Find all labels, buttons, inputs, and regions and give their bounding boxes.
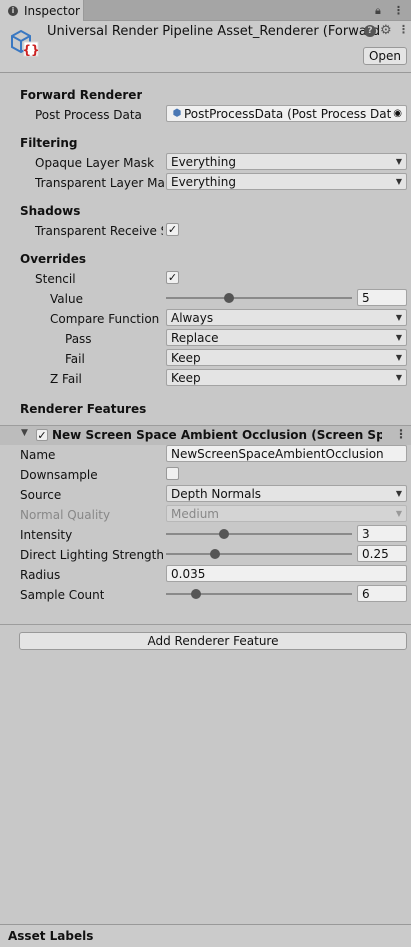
chevron-down-icon: ▼ xyxy=(395,489,402,498)
tab-menu-icon[interactable]: ⋮ xyxy=(393,4,404,17)
check-icon: ✓ xyxy=(167,271,178,284)
lock-icon[interactable]: 🔒︎ xyxy=(375,4,381,18)
transparent-layer-value: Everything xyxy=(171,174,236,189)
stencil-checkbox[interactable]: ✓ xyxy=(166,271,179,284)
tab-bar: i Inspector 🔒︎ ⋮ xyxy=(0,0,411,21)
sample-count-input[interactable]: 6 xyxy=(357,585,407,602)
z-fail-label: Z Fail xyxy=(50,372,82,386)
object-picker-icon[interactable]: ◉ xyxy=(393,108,402,119)
source-value: Depth Normals xyxy=(171,486,262,501)
direct-lighting-slider-handle[interactable] xyxy=(210,549,220,559)
preset-icon[interactable]: ⚙ xyxy=(380,23,392,38)
name-label: Name xyxy=(20,448,56,462)
asset-title: Universal Render Pipeline Asset_Renderer… xyxy=(47,24,381,39)
intensity-slider-handle[interactable] xyxy=(218,529,229,539)
pass-dropdown[interactable]: Replace ▼ xyxy=(166,329,407,346)
value-input[interactable]: 5 xyxy=(357,289,407,306)
z-fail-value: Keep xyxy=(171,370,201,385)
sample-count-label: Sample Count xyxy=(20,588,105,602)
normal-quality-value: Medium xyxy=(171,506,219,521)
opaque-layer-value: Everything xyxy=(171,154,236,169)
transparent-receive-checkbox[interactable]: ✓ xyxy=(166,223,179,236)
normal-quality-dropdown: Medium ▼ xyxy=(166,505,407,522)
sample-count-slider-handle[interactable] xyxy=(190,589,201,599)
downsample-checkbox[interactable] xyxy=(166,467,179,480)
post-process-value: PostProcessData (Post Process Data xyxy=(184,106,392,121)
pass-label: Pass xyxy=(65,332,92,346)
context-menu-icon[interactable]: ⋮ xyxy=(398,23,409,36)
check-icon: ✓ xyxy=(167,223,178,236)
add-renderer-feature-button[interactable]: Add Renderer Feature xyxy=(19,632,407,650)
chevron-down-icon: ▼ xyxy=(395,313,402,322)
normal-quality-label: Normal Quality xyxy=(20,508,111,522)
tab-inspector[interactable]: i Inspector xyxy=(0,0,84,21)
intensity-label: Intensity xyxy=(20,528,73,542)
chevron-down-icon: ▼ xyxy=(395,509,402,518)
divider xyxy=(0,624,411,625)
chevron-down-icon: ▼ xyxy=(395,177,402,186)
info-icon: i xyxy=(8,5,18,16)
check-icon: ✓ xyxy=(37,428,47,442)
value-label: Value xyxy=(50,292,83,306)
compare-function-dropdown[interactable]: Always ▼ xyxy=(166,309,407,326)
fail-label: Fail xyxy=(65,352,85,366)
pass-value: Replace xyxy=(171,330,219,345)
asset-labels-label: Asset Labels xyxy=(8,929,94,943)
opaque-layer-label: Opaque Layer Mask xyxy=(35,156,155,170)
chevron-down-icon: ▼ xyxy=(395,373,402,382)
feature-title: New Screen Space Ambient Occlusion (Scre… xyxy=(52,428,382,442)
feature-menu-icon[interactable]: ⋮ xyxy=(395,427,407,441)
fail-dropdown[interactable]: Keep ▼ xyxy=(166,349,407,366)
intensity-slider-track[interactable] xyxy=(166,533,352,535)
radius-label: Radius xyxy=(20,568,61,582)
opaque-layer-dropdown[interactable]: Everything ▼ xyxy=(166,153,407,170)
name-input[interactable]: NewScreenSpaceAmbientOcclusion xyxy=(166,445,407,462)
intensity-input[interactable]: 3 xyxy=(357,525,407,542)
fail-value: Keep xyxy=(171,350,201,365)
tab-label: Inspector xyxy=(24,3,80,18)
post-process-field[interactable]: ⬢ PostProcessData (Post Process Data ◉ xyxy=(166,105,407,122)
overrides-heading: Overrides xyxy=(20,252,86,266)
z-fail-dropdown[interactable]: Keep ▼ xyxy=(166,369,407,386)
foldout-triangle-icon[interactable]: ▼ xyxy=(21,428,28,438)
direct-lighting-input[interactable]: 0.25 xyxy=(357,545,407,562)
open-button[interactable]: Open xyxy=(363,47,407,65)
feature-enabled-checkbox[interactable]: ✓ xyxy=(36,429,48,441)
help-icon[interactable]: ? xyxy=(364,25,376,37)
transparent-layer-dropdown[interactable]: Everything ▼ xyxy=(166,173,407,190)
transparent-receive-label: Transparent Receive S xyxy=(35,224,163,238)
renderer-features-heading: Renderer Features xyxy=(20,402,147,416)
source-label: Source xyxy=(20,488,62,502)
source-dropdown[interactable]: Depth Normals ▼ xyxy=(166,485,407,502)
direct-lighting-label: Direct Lighting Strength xyxy=(20,548,164,562)
chevron-down-icon: ▼ xyxy=(395,157,402,166)
direct-lighting-slider-track[interactable] xyxy=(166,553,352,555)
forward-renderer-heading: Forward Renderer xyxy=(20,88,143,102)
value-slider-track[interactable] xyxy=(166,297,352,299)
post-process-label: Post Process Data xyxy=(35,108,142,122)
value-slider-handle[interactable] xyxy=(224,293,235,303)
chevron-down-icon: ▼ xyxy=(395,333,402,342)
asset-labels-bar[interactable]: Asset Labels xyxy=(0,924,411,947)
stencil-label: Stencil xyxy=(35,272,76,286)
chevron-down-icon: ▼ xyxy=(395,353,402,362)
transparent-layer-label: Transparent Layer Mas xyxy=(35,176,165,190)
svg-text:{}: {} xyxy=(22,43,39,57)
renderer-asset-icon: {} xyxy=(11,29,40,57)
compare-function-label: Compare Function xyxy=(50,312,160,326)
post-process-asset-icon: ⬢ xyxy=(172,108,182,119)
downsample-label: Downsample xyxy=(20,468,98,482)
radius-input[interactable]: 0.035 xyxy=(166,565,407,582)
shadows-heading: Shadows xyxy=(20,204,81,218)
compare-function-value: Always xyxy=(171,310,214,325)
filtering-heading: Filtering xyxy=(20,136,78,150)
